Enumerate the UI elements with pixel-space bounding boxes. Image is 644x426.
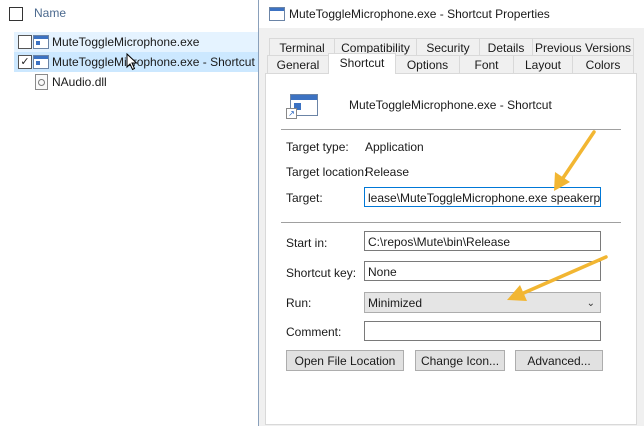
name-column-header[interactable]: Name: [34, 6, 66, 20]
target-location-label: Target location:: [286, 165, 368, 179]
shortcut-key-label: Shortcut key:: [286, 266, 357, 280]
file-row-exe[interactable]: MuteToggleMicrophone.exe: [14, 32, 260, 52]
file-row-checkbox[interactable]: [18, 35, 32, 49]
shortcut-tab-panel: ↗ MuteToggleMicrophone.exe - Shortcut Ta…: [265, 73, 637, 425]
file-row-checkbox[interactable]: ✓: [18, 55, 32, 69]
comment-input[interactable]: [364, 321, 601, 341]
file-explorer-pane: Name MuteToggleMicrophone.exe ✓ MuteTogg…: [0, 0, 260, 426]
target-type-value: Application: [365, 140, 424, 154]
shortcut-name: MuteToggleMicrophone.exe - Shortcut: [349, 98, 552, 112]
tab-colors[interactable]: Colors: [572, 55, 634, 74]
run-select[interactable]: Minimized ⌄: [364, 292, 601, 313]
dll-icon: [35, 74, 48, 90]
open-file-location-button[interactable]: Open File Location: [286, 350, 404, 371]
divider: [281, 129, 621, 130]
target-type-label: Target type:: [286, 140, 349, 154]
exe-icon: [33, 35, 49, 49]
shortcut-arrow-icon: ↗: [286, 108, 297, 119]
file-row-dll[interactable]: NAudio.dll: [14, 72, 260, 92]
shortcut-icon: [269, 7, 285, 21]
target-label: Target:: [286, 191, 323, 205]
file-name: NAudio.dll: [52, 75, 107, 89]
file-name: MuteToggleMicrophone.exe: [52, 35, 200, 49]
advanced-button[interactable]: Advanced...: [515, 350, 603, 371]
chevron-down-icon: ⌄: [586, 298, 595, 309]
run-select-value: Minimized: [368, 296, 423, 310]
target-input[interactable]: lease\MuteToggleMicrophone.exe speakerph…: [364, 187, 601, 207]
shortcut-icon: [33, 55, 49, 69]
run-label: Run:: [286, 296, 312, 310]
start-in-label: Start in:: [286, 236, 328, 250]
shortcut-key-input[interactable]: None: [364, 261, 601, 281]
file-name: MuteToggleMicrophone.exe - Shortcut: [52, 55, 255, 69]
tab-layout[interactable]: Layout: [513, 55, 573, 74]
start-in-input[interactable]: C:\repos\Mute\bin\Release: [364, 231, 601, 251]
tab-options[interactable]: Options: [395, 55, 460, 74]
select-all-checkbox[interactable]: [9, 7, 23, 21]
comment-label: Comment:: [286, 325, 342, 339]
target-location-value: Release: [365, 165, 410, 179]
divider: [281, 222, 621, 223]
dialog-title: MuteToggleMicrophone.exe - Shortcut Prop…: [289, 7, 550, 21]
title-bar[interactable]: MuteToggleMicrophone.exe - Shortcut Prop…: [259, 0, 644, 28]
change-icon-button[interactable]: Change Icon...: [415, 350, 505, 371]
shortcut-properties-dialog: MuteToggleMicrophone.exe - Shortcut Prop…: [258, 0, 644, 426]
tab-shortcut[interactable]: Shortcut: [328, 53, 396, 74]
mouse-cursor-icon: [126, 53, 138, 71]
tab-strip: Terminal Compatibility Security Details …: [259, 28, 644, 74]
tab-font[interactable]: Font: [459, 55, 514, 74]
tab-general[interactable]: General: [267, 55, 329, 74]
